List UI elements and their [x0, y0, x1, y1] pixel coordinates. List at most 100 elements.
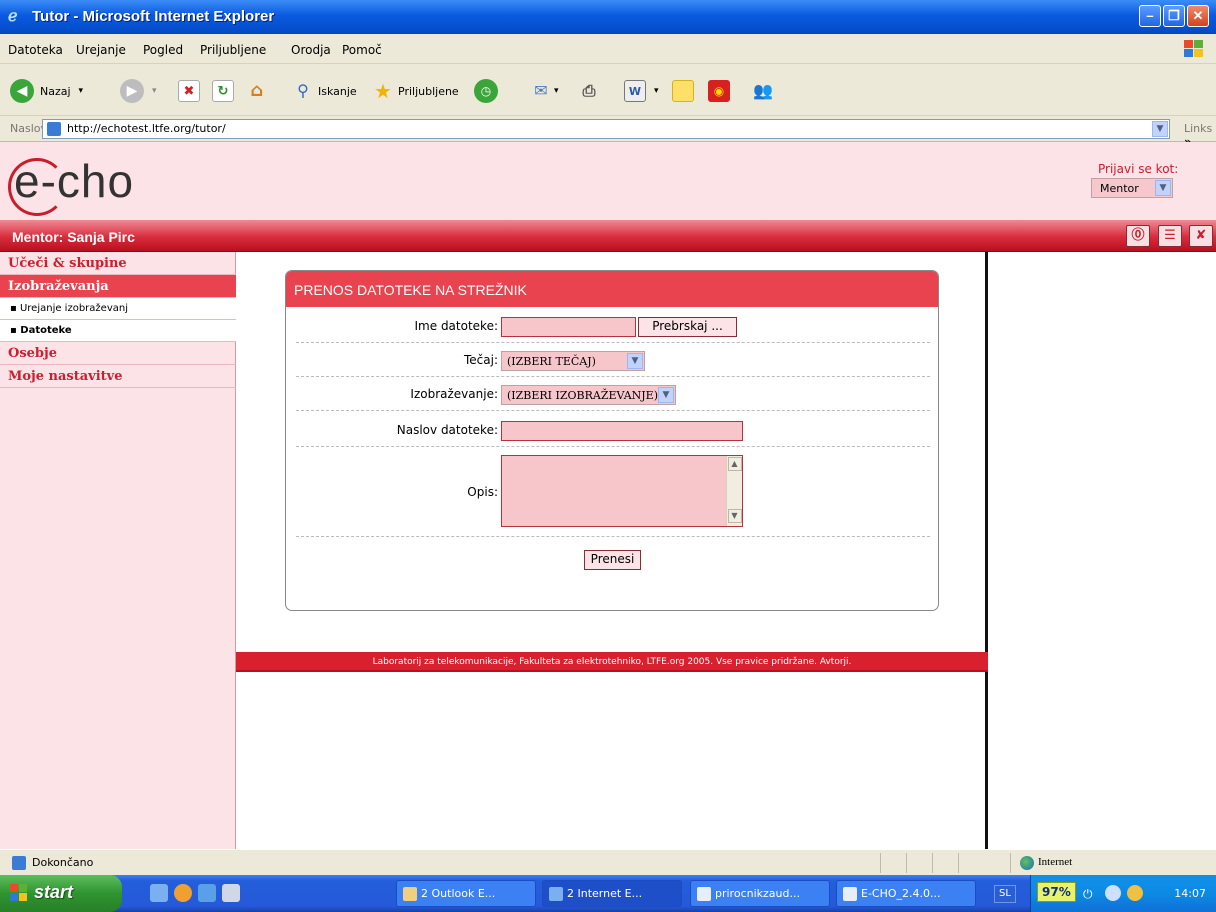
- home-button[interactable]: ⌂: [246, 78, 268, 104]
- ie-icon: [549, 887, 563, 901]
- status-bar: Dokončano Internet: [0, 849, 1216, 875]
- training-row: Izobraževanje: (IZBERI IZOBRAŽEVANJE) ▼: [296, 377, 930, 411]
- login-as-value: Mentor: [1100, 182, 1139, 195]
- search-icon: ⚲: [297, 81, 309, 100]
- maximize-button[interactable]: ❐: [1163, 5, 1185, 27]
- menu-priljubljene[interactable]: Priljubljene: [200, 43, 266, 57]
- task-echo-document[interactable]: E-CHO_2.4.0...: [836, 880, 976, 907]
- menu-bar: Datoteka Urejanje Pogled Priljubljene Or…: [0, 34, 1216, 64]
- zone-text: Internet: [1038, 856, 1073, 868]
- sidebar-subitem-files[interactable]: ▪ Datoteke: [0, 320, 236, 342]
- edit-dropdown-icon[interactable]: ▾: [654, 86, 659, 96]
- close-window-button[interactable]: ✕: [1187, 5, 1209, 27]
- chevron-down-icon: ▼: [1155, 180, 1171, 196]
- edit-button[interactable]: W ▾: [624, 78, 659, 104]
- status-divider: [932, 853, 933, 873]
- description-label: Opis:: [467, 485, 498, 499]
- upload-button[interactable]: Prenesi: [584, 550, 641, 570]
- file-title-row: Naslov datoteke:: [296, 411, 930, 447]
- scroll-up-icon[interactable]: ▲: [727, 457, 742, 471]
- task-word-document[interactable]: prirocnikzaud...: [690, 880, 830, 907]
- address-dropdown-icon[interactable]: ▼: [1152, 121, 1168, 137]
- task-outlook[interactable]: 2 Outlook E...: [396, 880, 536, 907]
- status-divider: [880, 853, 881, 873]
- minimize-button[interactable]: –: [1139, 5, 1161, 27]
- search-button[interactable]: ⚲ Iskanje: [292, 78, 357, 104]
- print-button[interactable]: ⎙: [578, 78, 600, 104]
- system-tray: 97% ⏻ 14:07: [1030, 875, 1216, 912]
- refresh-button[interactable]: ↻: [212, 78, 234, 104]
- back-button[interactable]: ◀ Nazaj ▾: [10, 78, 83, 104]
- start-label: start: [34, 882, 74, 902]
- info-button[interactable]: ⓪: [1126, 225, 1150, 247]
- logout-button[interactable]: ✘: [1189, 225, 1213, 247]
- back-dropdown-icon[interactable]: ▾: [79, 86, 84, 96]
- menu-urejanje[interactable]: Urejanje: [76, 43, 126, 57]
- status-divider: [1010, 853, 1011, 873]
- back-arrow-icon: ◀: [10, 79, 34, 103]
- quicklaunch-media-icon[interactable]: [174, 884, 192, 902]
- description-textarea[interactable]: ▲ ▼: [501, 455, 743, 527]
- forward-dropdown-icon[interactable]: ▾: [152, 86, 157, 96]
- menu-orodja[interactable]: Orodja: [291, 43, 331, 57]
- sidebar-item-learners[interactable]: Učeči & skupine: [0, 252, 236, 275]
- favorites-button[interactable]: ★ Priljubljene: [372, 78, 459, 104]
- forward-button[interactable]: ▶ ▾: [120, 78, 157, 104]
- star-icon: ★: [374, 79, 392, 103]
- internet-zone-icon: [1020, 856, 1034, 870]
- word-icon: W: [624, 80, 646, 102]
- file-title-input[interactable]: [501, 421, 743, 441]
- file-title-label: Naslov datoteke:: [396, 423, 498, 437]
- sidebar-subitem-edit-trainings[interactable]: ▪ Urejanje izobraževanj: [0, 298, 236, 320]
- site-logo[interactable]: e-cho: [8, 154, 134, 216]
- login-as-select[interactable]: Mentor ▼: [1091, 178, 1173, 198]
- textarea-scrollbar[interactable]: ▲ ▼: [726, 456, 742, 526]
- sidebar-item-staff[interactable]: Osebje: [0, 342, 236, 365]
- web-page: e-cho Prijavi se kot: Mentor ▼ Mentor: S…: [0, 142, 1216, 849]
- course-row: Tečaj: (IZBERI TEČAJ) ▼: [296, 343, 930, 377]
- note-button[interactable]: [672, 78, 694, 104]
- upload-panel: PRENOS DATOTEKE NA STREŽNIK Ime datoteke…: [285, 270, 939, 611]
- mail-dropdown-icon[interactable]: ▾: [554, 86, 559, 96]
- contacts-button[interactable]: 👥: [752, 78, 774, 104]
- menu-pogled[interactable]: Pogled: [143, 43, 183, 57]
- mail-button[interactable]: ✉ ▾: [530, 78, 559, 104]
- sidebar-item-settings[interactable]: Moje nastavitve: [0, 365, 236, 388]
- stop-button[interactable]: ✖: [178, 78, 200, 104]
- course-label: Tečaj:: [463, 353, 498, 367]
- menu-datoteka[interactable]: Datoteka: [8, 43, 63, 57]
- chevron-down-icon: ▼: [658, 387, 674, 403]
- language-indicator[interactable]: SL: [994, 885, 1016, 903]
- ie-logo-icon: ℯ: [8, 8, 18, 25]
- scroll-down-icon[interactable]: ▼: [727, 509, 742, 523]
- tray-app-icon[interactable]: [1127, 885, 1143, 901]
- notes-icon: ☰: [1164, 228, 1176, 243]
- start-button[interactable]: start: [0, 875, 122, 912]
- quicklaunch-desktop-icon[interactable]: [222, 884, 240, 902]
- address-input[interactable]: http://echotest.ltfe.org/tutor/ ▼: [42, 119, 1170, 139]
- history-icon: ◷: [474, 79, 498, 103]
- course-select[interactable]: (IZBERI TEČAJ) ▼: [501, 351, 645, 371]
- course-value: (IZBERI TEČAJ): [507, 355, 596, 368]
- task-internet-explorer[interactable]: 2 Internet E...: [542, 880, 682, 907]
- file-input[interactable]: [501, 317, 636, 337]
- training-select[interactable]: (IZBERI IZOBRAŽEVANJE) ▼: [501, 385, 676, 405]
- task-label: E-CHO_2.4.0...: [861, 887, 941, 900]
- user-bar: Mentor: Sanja Pirc ⓪ ☰ ✘: [0, 220, 1216, 252]
- network-icon[interactable]: [1105, 885, 1121, 901]
- refresh-icon: ↻: [212, 80, 234, 102]
- history-button[interactable]: ◷: [474, 78, 498, 104]
- quicklaunch-browser-icon[interactable]: [198, 884, 216, 902]
- quicklaunch-ie-icon[interactable]: [150, 884, 168, 902]
- power-plug-icon[interactable]: ⏻: [1083, 887, 1093, 902]
- training-value: (IZBERI IZOBRAŽEVANJE): [507, 389, 659, 402]
- menu-pomoc[interactable]: Pomoč: [342, 43, 382, 57]
- battery-indicator[interactable]: 97%: [1037, 882, 1076, 902]
- sidebar-item-trainings[interactable]: Izobraževanja: [0, 275, 236, 298]
- messenger-button[interactable]: ◉: [708, 78, 730, 104]
- status-text: Dokončano: [32, 856, 94, 869]
- notes-button[interactable]: ☰: [1158, 225, 1182, 247]
- login-as-label: Prijavi se kot:: [1098, 162, 1179, 176]
- mail-icon: ✉: [534, 81, 548, 100]
- browse-button[interactable]: Prebrskaj ...: [638, 317, 737, 337]
